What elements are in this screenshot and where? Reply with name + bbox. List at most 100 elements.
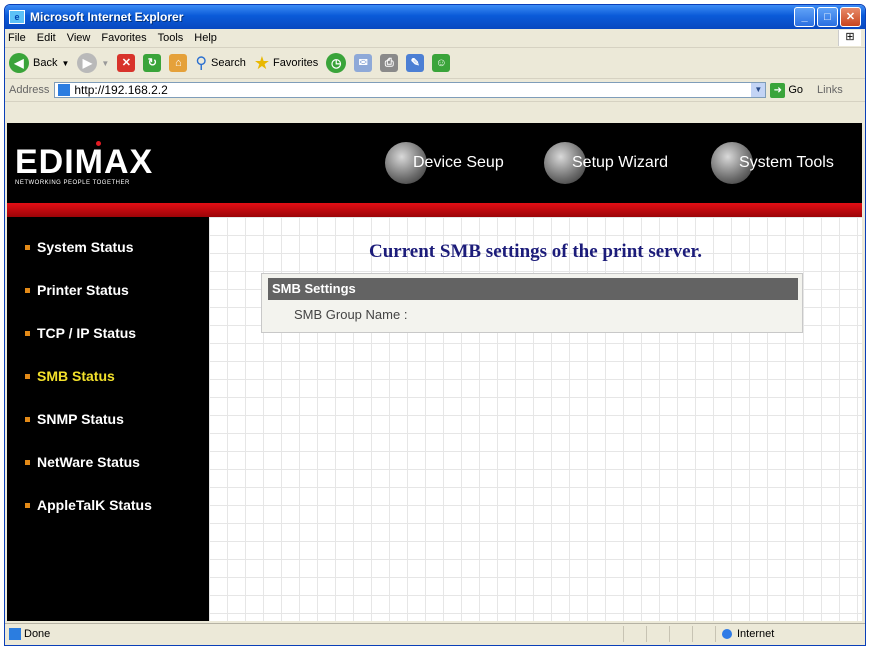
back-dropdown-icon[interactable]: ▼ <box>61 59 69 68</box>
sidebar-item-label: SNMP Status <box>37 411 124 427</box>
window-title: Microsoft Internet Explorer <box>30 10 184 24</box>
menu-help[interactable]: Help <box>194 32 217 44</box>
star-icon: ★ <box>253 52 271 73</box>
page-header: EDIMAX NETWORKING PEOPLE TOGETHER Device… <box>7 123 862 203</box>
search-icon: ⚲ <box>195 55 208 72</box>
home-icon: ⌂ <box>169 54 188 72</box>
sidebar-item-printer-status[interactable]: Printer Status <box>25 282 129 298</box>
sidebar-item-netware-status[interactable]: NetWare Status <box>25 454 140 470</box>
print-icon: ⎙ <box>380 54 399 72</box>
bullet-icon <box>25 416 30 422</box>
messenger-button[interactable]: ☺ <box>432 54 451 72</box>
menu-edit[interactable]: Edit <box>37 32 56 44</box>
status-cells: Internet <box>623 625 865 643</box>
stop-button[interactable]: ✕ <box>117 54 136 72</box>
history-icon: ◷ <box>326 53 347 73</box>
edit-button[interactable]: ✎ <box>406 54 425 72</box>
favorites-label: Favorites <box>273 57 319 69</box>
windows-logo-icon: ⊞ <box>838 30 861 46</box>
edit-icon: ✎ <box>406 54 425 72</box>
favorites-button[interactable]: ★ Favorites <box>254 53 318 74</box>
status-cell <box>692 626 715 642</box>
browser-window: e Microsoft Internet Explorer _ □ ✕ File… <box>4 4 866 646</box>
bullet-icon <box>25 502 30 508</box>
sidebar-item-smb-status[interactable]: SMB Status <box>25 368 115 384</box>
address-input[interactable]: http://192.168.2.2 ▼ <box>54 82 767 98</box>
nav-setup-wizard[interactable]: Setup Wizard <box>544 123 668 203</box>
nav-device-setup-label: Device Seup <box>413 154 504 171</box>
search-button[interactable]: ⚲ Search <box>195 53 246 73</box>
sidebar-item-label: NetWare Status <box>37 454 140 470</box>
status-text: Done <box>24 628 51 640</box>
sidebar-item-label: Printer Status <box>37 282 129 298</box>
refresh-button[interactable]: ↻ <box>143 54 162 72</box>
address-label: Address <box>9 84 50 96</box>
ie-icon: e <box>9 10 25 24</box>
globe-icon <box>722 629 732 639</box>
nav-system-tools[interactable]: System Tools <box>711 123 834 203</box>
back-label: Back <box>33 57 58 69</box>
sidebar: System Status Printer Status TCP / IP St… <box>7 217 209 621</box>
menu-file[interactable]: File <box>8 32 26 44</box>
nav-setup-wizard-label: Setup Wizard <box>572 154 669 171</box>
menu-favorites[interactable]: Favorites <box>101 32 146 44</box>
page-content: EDIMAX NETWORKING PEOPLE TOGETHER Device… <box>7 123 862 621</box>
bullet-icon <box>25 459 30 465</box>
smb-settings-panel: SMB Settings SMB Group Name : <box>261 273 803 333</box>
messenger-icon: ☺ <box>432 54 451 72</box>
nav-system-tools-label: System Tools <box>739 154 834 171</box>
sidebar-item-tcpip-status[interactable]: TCP / IP Status <box>25 325 136 341</box>
header-divider <box>7 203 862 217</box>
links-button[interactable]: Links <box>817 84 843 96</box>
sidebar-item-snmp-status[interactable]: SNMP Status <box>25 411 124 427</box>
go-arrow-icon: ➜ <box>770 82 786 98</box>
sidebar-item-label: AppleTalK Status <box>37 497 152 513</box>
status-cell <box>669 626 692 642</box>
security-zone: Internet <box>715 626 865 642</box>
print-button[interactable]: ⎙ <box>380 54 399 72</box>
menu-tools[interactable]: Tools <box>158 32 184 44</box>
forward-dropdown-icon[interactable]: ▼ <box>101 59 109 68</box>
stop-icon: ✕ <box>117 54 136 72</box>
main-panel: Current SMB settings of the print server… <box>209 217 862 621</box>
bullet-icon <box>25 330 30 336</box>
close-button[interactable]: ✕ <box>840 7 861 27</box>
bullet-icon <box>25 244 30 250</box>
go-label: Go <box>788 84 804 96</box>
page-icon <box>58 84 71 96</box>
sidebar-item-system-status[interactable]: System Status <box>25 239 133 255</box>
title-bar: e Microsoft Internet Explorer _ □ ✕ <box>5 5 865 29</box>
logo-brand: EDIMAX <box>15 143 154 181</box>
status-cell <box>623 626 646 642</box>
status-bar: Done Internet <box>5 623 865 644</box>
history-button[interactable]: ◷ <box>326 53 347 73</box>
minimize-button[interactable]: _ <box>794 7 815 27</box>
zone-label: Internet <box>737 628 775 640</box>
mail-button[interactable]: ✉ <box>354 54 373 72</box>
smb-group-name-label: SMB Group Name : <box>294 307 408 322</box>
forward-button[interactable]: ▶ ▼ <box>77 53 109 73</box>
back-button[interactable]: ◀ Back ▼ <box>9 53 69 73</box>
toolbar: ◀ Back ▼ ▶ ▼ ✕ ↻ ⌂ ⚲ Search ★ Favorites … <box>5 48 865 79</box>
nav-device-setup[interactable]: Device Seup <box>385 123 504 203</box>
home-button[interactable]: ⌂ <box>169 54 188 72</box>
go-button[interactable]: ➜ Go <box>770 82 804 98</box>
sidebar-item-label: System Status <box>37 239 134 255</box>
menu-view[interactable]: View <box>67 32 91 44</box>
page-done-icon <box>9 628 21 640</box>
back-arrow-icon: ◀ <box>9 53 29 73</box>
sidebar-item-label: SMB Status <box>37 368 115 384</box>
mail-icon: ✉ <box>354 54 373 72</box>
status-cell <box>646 626 669 642</box>
edimax-logo: EDIMAX NETWORKING PEOPLE TOGETHER <box>15 141 154 186</box>
sidebar-item-label: TCP / IP Status <box>37 325 137 341</box>
maximize-button[interactable]: □ <box>817 7 838 27</box>
sidebar-item-appletalk-status[interactable]: AppleTalK Status <box>25 497 152 513</box>
page-title: Current SMB settings of the print server… <box>369 241 702 262</box>
bullet-icon <box>25 373 30 379</box>
menu-bar: File Edit View Favorites Tools Help ⊞ <box>5 29 865 48</box>
address-dropdown-icon[interactable]: ▼ <box>751 83 766 97</box>
refresh-icon: ↻ <box>143 54 162 72</box>
search-label: Search <box>211 57 246 69</box>
address-bar: Address http://192.168.2.2 ▼ ➜ Go Links <box>5 79 865 102</box>
